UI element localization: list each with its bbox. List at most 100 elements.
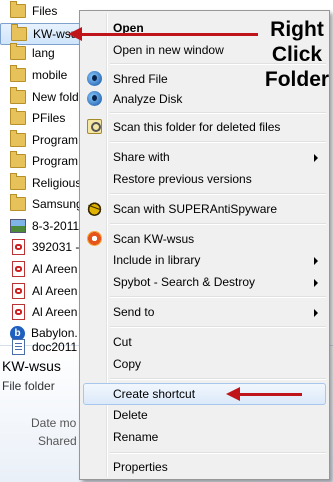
menu-separator [110, 326, 326, 328]
file-row[interactable]: Program [0, 129, 88, 151]
folder-icon [10, 194, 26, 211]
file-name: mobile [32, 68, 68, 82]
file-name: Samsung [32, 197, 83, 211]
submenu-arrow-icon [314, 279, 318, 287]
file-row[interactable]: Files [0, 0, 88, 22]
folder-icon [10, 87, 26, 104]
annotation-arrow-shaft [80, 33, 258, 36]
file-name: PFiles [32, 111, 66, 125]
file-name: Al Areen [32, 262, 78, 276]
submenu-arrow-icon [314, 309, 318, 317]
file-list-pane: Files KW-wsus lang mobile New folder PFi… [0, 0, 88, 345]
menu-separator [110, 141, 326, 143]
menu-item-label: Scan this folder for deleted files [113, 120, 281, 134]
file-row[interactable]: Samsung [0, 193, 88, 215]
pdf-icon [12, 283, 25, 299]
menu-item-label: Scan with SUPERAntiSpyware [113, 202, 278, 216]
menu-item-scan-superantispyware[interactable]: Scan with SUPERAntiSpyware [83, 198, 326, 220]
file-name: 8-3-2011 [32, 219, 80, 233]
detail-item-name: KW-wsus [2, 358, 61, 374]
menu-item-label: Properties [113, 460, 168, 474]
pdf-icon [12, 261, 25, 277]
annotation-line: Folder [264, 68, 330, 91]
menu-separator [110, 112, 326, 114]
menu-item-label: Analyze Disk [113, 92, 183, 106]
folder-icon [10, 173, 26, 190]
folder-icon [10, 43, 26, 60]
folder-icon [11, 24, 27, 41]
menu-item-label: Cut [113, 335, 132, 349]
menu-item-label: Open in new window [113, 43, 224, 57]
detail-shared-label: Shared [38, 434, 77, 448]
annotation-line: Right [270, 18, 324, 41]
menu-item-label: Restore previous versions [113, 172, 252, 186]
menu-item-label: Include in library [113, 253, 201, 267]
menu-item-scan-kw-wsus[interactable]: Scan KW-wsus [83, 228, 326, 250]
image-file-icon [10, 219, 26, 233]
file-row[interactable]: Program [0, 150, 88, 172]
menu-separator [110, 452, 326, 454]
menu-item-label: Spybot - Search & Destroy [113, 275, 256, 289]
annotation-arrow-head [68, 27, 82, 41]
detail-date-label: Date mo [31, 416, 77, 430]
menu-item-label: Send to [113, 305, 155, 319]
submenu-arrow-icon [314, 257, 318, 265]
menu-item-label: Shred File [113, 72, 168, 86]
file-row[interactable]: Al Areen [0, 280, 88, 302]
menu-item-cut[interactable]: Cut [83, 331, 326, 353]
menu-item-rename[interactable]: Rename [83, 426, 326, 448]
annotation-line: Click [271, 43, 323, 66]
annotation-arrow-shaft [238, 393, 302, 396]
folder-icon [10, 1, 26, 18]
file-row[interactable]: 8-3-2011 [0, 215, 88, 237]
file-row[interactable]: lang [0, 42, 88, 64]
menu-item-restore-previous[interactable]: Restore previous versions [83, 168, 326, 190]
shred-icon [87, 71, 102, 86]
folder-icon [10, 151, 26, 168]
pdf-icon [12, 304, 25, 320]
file-name: Religious [32, 176, 82, 190]
file-name: Al Areen [32, 305, 78, 319]
file-row[interactable]: mobile [0, 64, 88, 86]
file-row[interactable]: 392031 - [0, 236, 88, 258]
file-row[interactable]: Al Areen [0, 258, 88, 280]
submenu-arrow-icon [314, 154, 318, 162]
menu-item-properties[interactable]: Properties [83, 456, 326, 478]
file-name: lang [32, 46, 55, 60]
menu-item-label: Scan KW-wsus [113, 232, 195, 246]
file-name: Program [32, 133, 79, 147]
document-icon [12, 339, 25, 355]
annotation-text: Right Click Folder [262, 17, 332, 92]
file-name: Program [32, 154, 79, 168]
menu-item-label: Rename [113, 430, 159, 444]
file-name: 392031 - [32, 240, 80, 254]
menu-item-share-with[interactable]: Share with [83, 146, 326, 168]
menu-separator [110, 296, 326, 298]
menu-item-send-to[interactable]: Send to [83, 301, 326, 323]
menu-item-spybot[interactable]: Spybot - Search & Destroy [83, 271, 326, 293]
menu-item-include-library[interactable]: Include in library [83, 249, 326, 271]
file-row[interactable]: Al Areen [0, 301, 88, 323]
file-row[interactable]: Religious [0, 172, 88, 194]
menu-item-label: Copy [113, 357, 142, 371]
scan-deleted-files-icon [87, 119, 102, 134]
menu-item-label: Create shortcut [113, 387, 196, 401]
file-row[interactable]: doc2011 [0, 336, 88, 358]
menu-item-label: Share with [113, 150, 170, 164]
file-row[interactable]: PFiles [0, 107, 88, 129]
menu-item-scan-deleted[interactable]: Scan this folder for deleted files [83, 116, 326, 138]
menu-separator [110, 223, 326, 225]
menu-item-copy[interactable]: Copy [83, 353, 326, 375]
folder-icon [10, 65, 26, 82]
folder-icon [10, 108, 26, 125]
file-name: Al Areen [32, 284, 78, 298]
annotation-arrow-head [226, 387, 240, 401]
file-name: Files [32, 4, 58, 18]
menu-item-delete[interactable]: Delete [83, 404, 326, 426]
menu-separator [110, 378, 326, 380]
pdf-icon [12, 239, 25, 255]
menu-separator [110, 193, 326, 195]
file-row[interactable]: New folder [0, 86, 88, 108]
folder-icon [10, 130, 26, 147]
antivirus-scan-icon [87, 231, 102, 246]
